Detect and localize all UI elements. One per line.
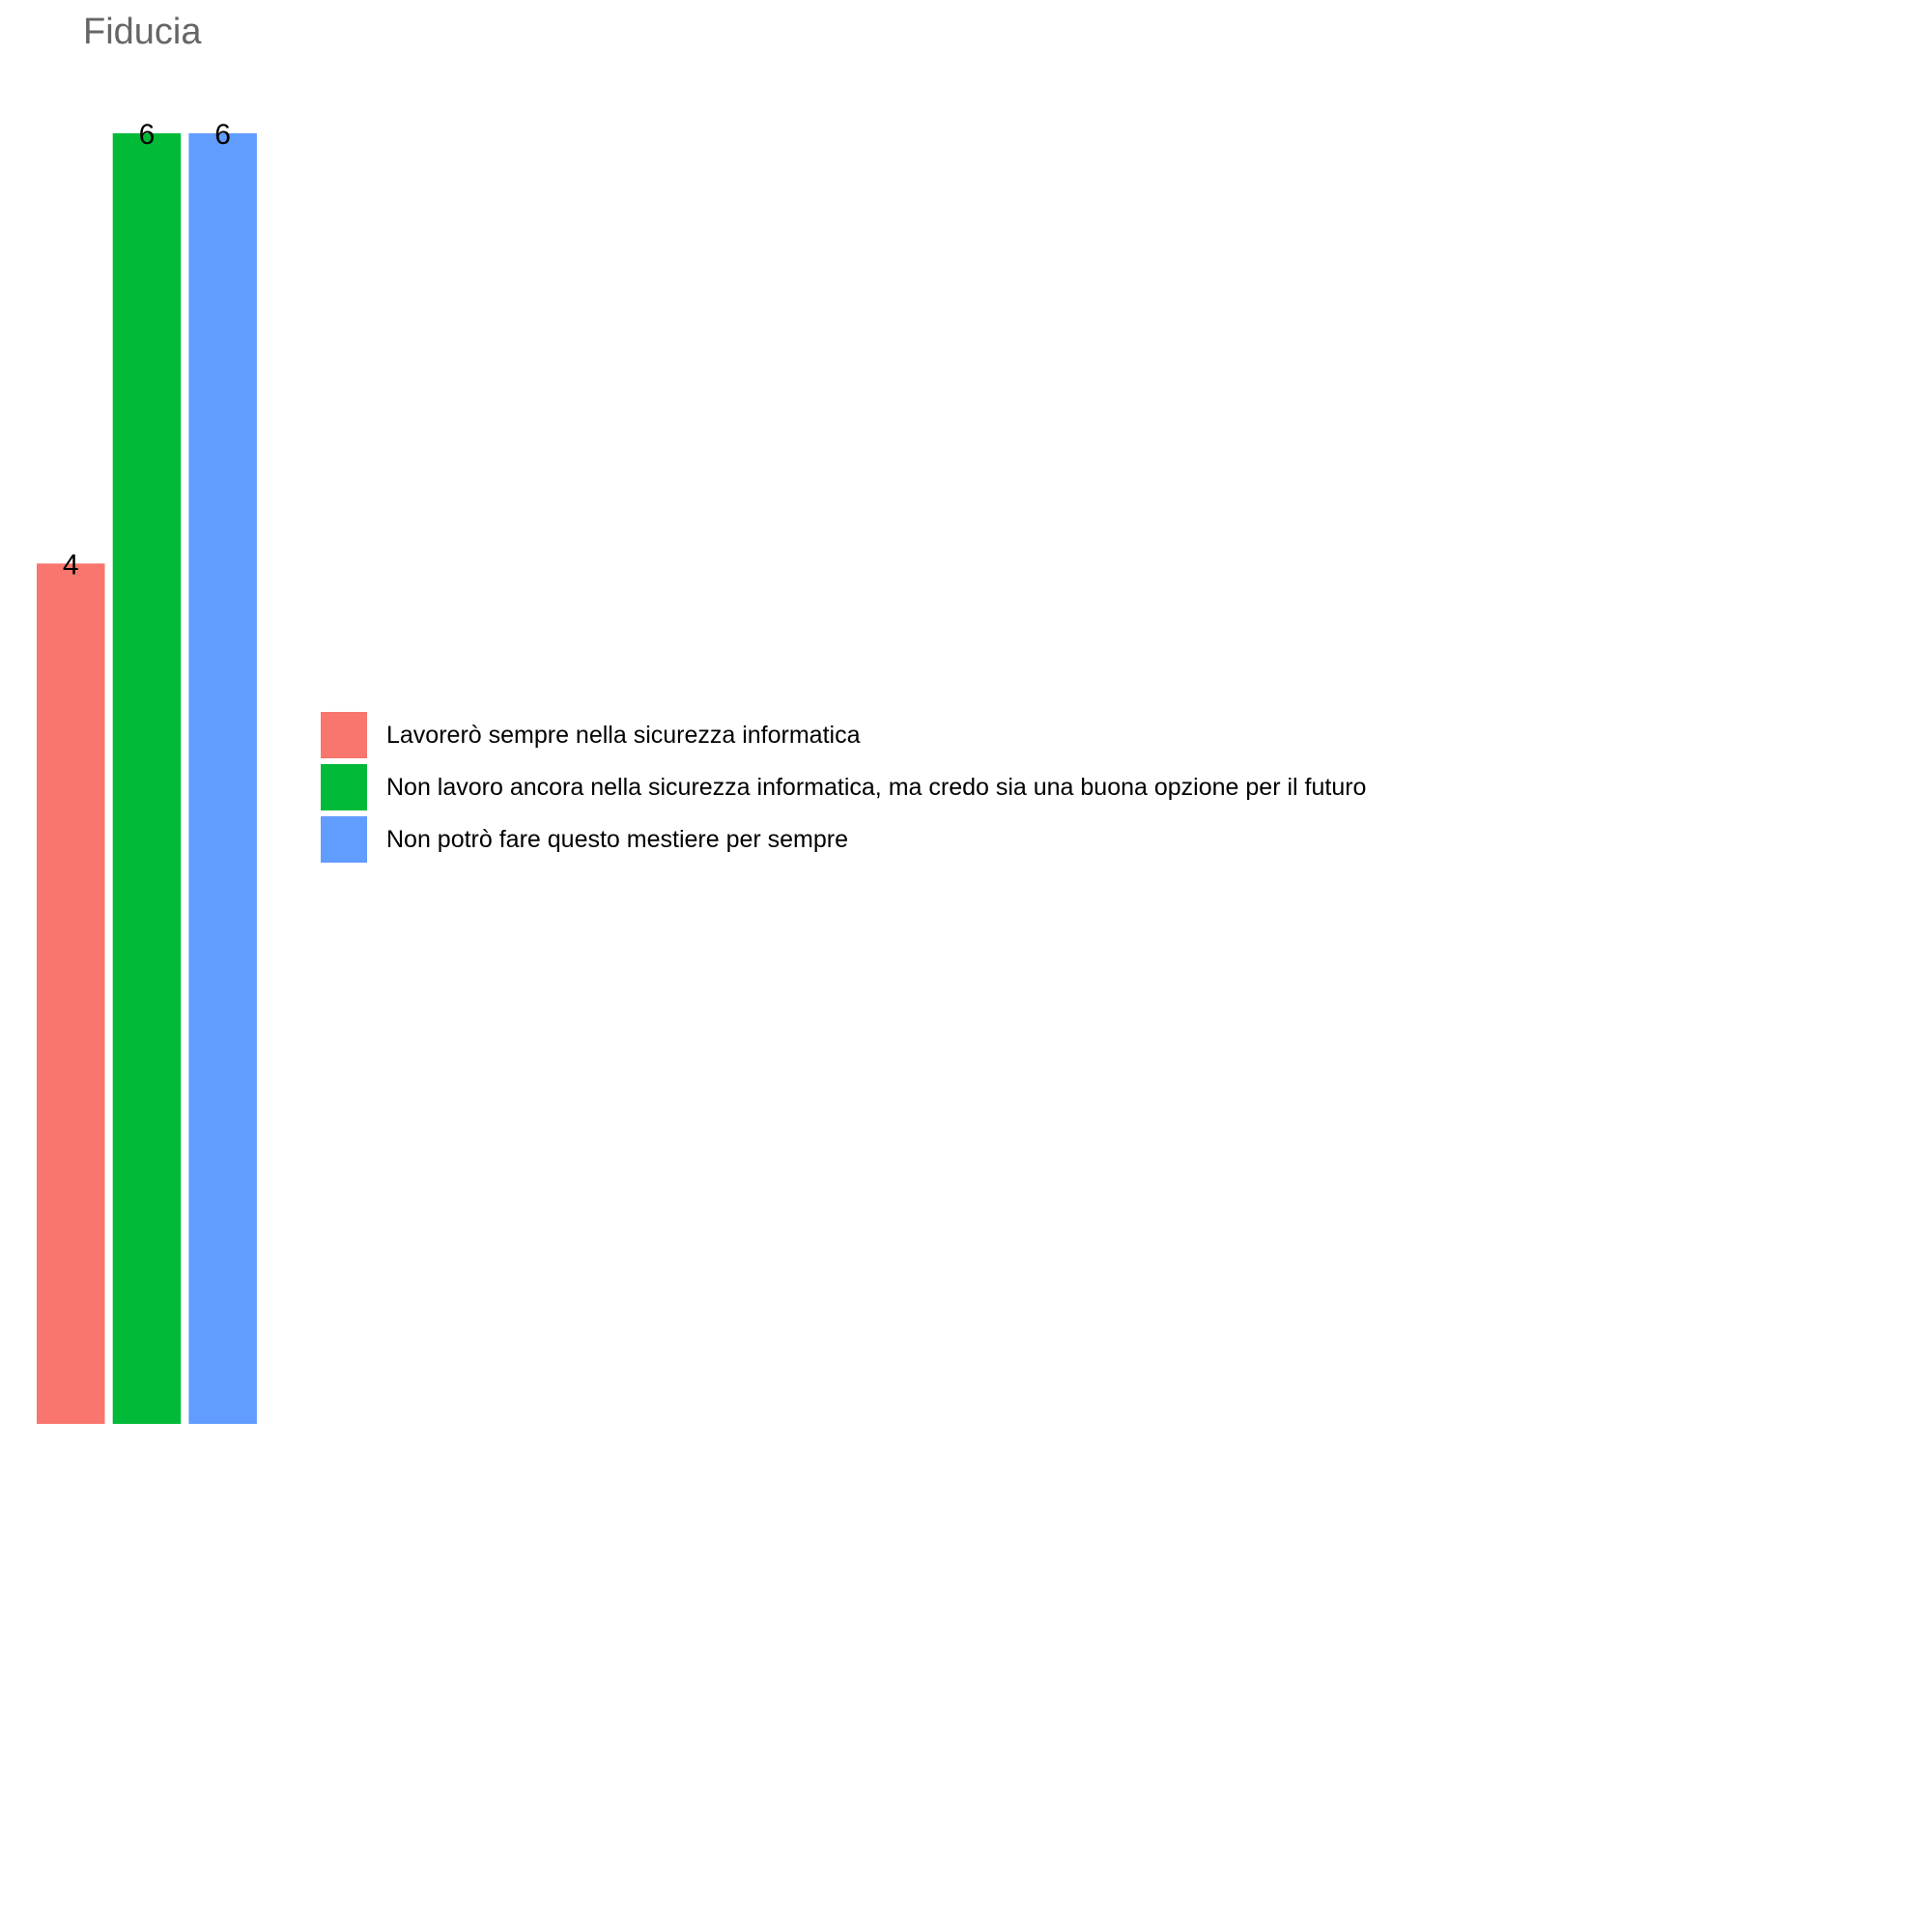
legend-label: Lavorerò sempre nella sicurezza informat… [386, 721, 861, 749]
legend-item-1: Non lavoro ancora nella sicurezza inform… [321, 764, 1366, 810]
legend-label: Non lavoro ancora nella sicurezza inform… [386, 773, 1367, 801]
bar-2 [188, 133, 257, 1424]
data-label-0: 4 [63, 549, 79, 581]
bar-0 [37, 563, 105, 1424]
legend-label: Non potrò fare questo mestiere per sempr… [386, 825, 849, 853]
legend-swatch [321, 816, 367, 863]
data-label-1: 6 [139, 119, 156, 151]
data-label-2: 6 [214, 119, 231, 151]
legend-swatch [321, 712, 367, 758]
bar-1 [112, 133, 182, 1424]
legend-item-2: Non potrò fare questo mestiere per sempr… [321, 816, 848, 863]
legend-item-0: Lavorerò sempre nella sicurezza informat… [321, 712, 861, 758]
legend-swatch [321, 764, 367, 810]
